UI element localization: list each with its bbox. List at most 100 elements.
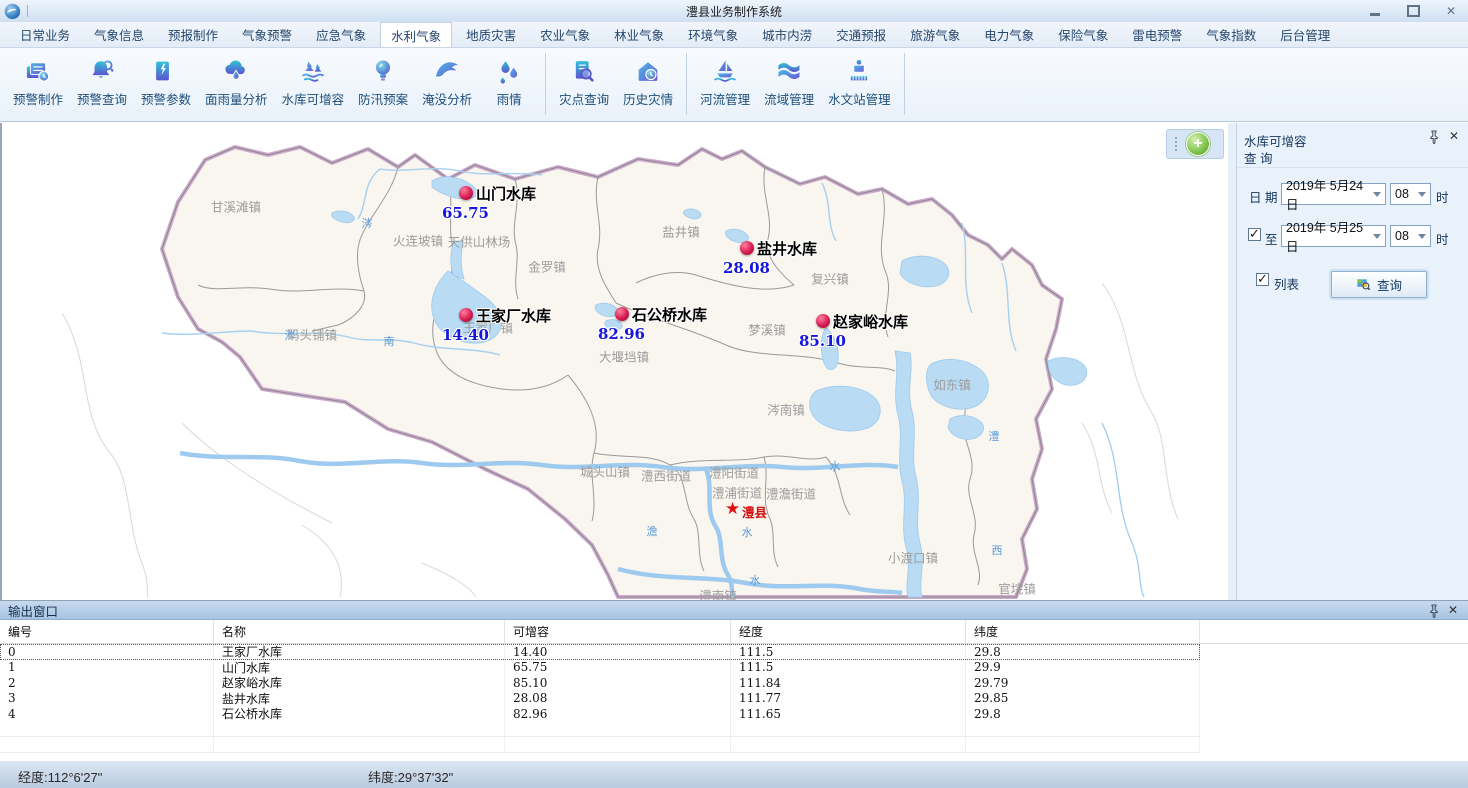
date-from-select[interactable]: 2019年 5月24日 bbox=[1281, 183, 1386, 205]
reservoir-name-label: 盐井水库 bbox=[757, 238, 817, 259]
hour-to-select[interactable]: 08 bbox=[1390, 225, 1431, 247]
table-cell: 28.08 bbox=[505, 691, 731, 707]
menu-item-15[interactable]: 保险气象 bbox=[1048, 22, 1118, 47]
to-label: 至 bbox=[1265, 229, 1278, 248]
menu-item-13[interactable]: 旅游气象 bbox=[900, 22, 970, 47]
panel-close-icon[interactable]: ✕ bbox=[1449, 129, 1459, 143]
menu-item-1[interactable]: 日常业务 bbox=[10, 22, 80, 47]
table-row[interactable]: 3盐井水库28.08111.7729.85 bbox=[0, 691, 1200, 707]
table-row[interactable]: 1山门水库65.75111.529.9 bbox=[0, 660, 1200, 676]
minimize-button[interactable] bbox=[1368, 4, 1382, 18]
app-globe-icon bbox=[5, 4, 20, 19]
hour-to-value: 08 bbox=[1395, 229, 1409, 243]
tool-flood-plan-button[interactable]: 防汛预案 bbox=[351, 53, 415, 110]
menu-item-3[interactable]: 预报制作 bbox=[158, 22, 228, 47]
zoom-in-button[interactable]: + bbox=[1186, 132, 1210, 156]
county-star-icon: ★ bbox=[725, 500, 740, 517]
menu-item-6[interactable]: 水利气象 bbox=[380, 22, 452, 47]
river-name-label: 涔 bbox=[285, 327, 296, 343]
chevron-down-icon bbox=[1373, 192, 1381, 197]
reservoir-marker[interactable] bbox=[459, 308, 473, 322]
table-cell: 山门水库 bbox=[214, 660, 505, 676]
town-label: 澧西街道 bbox=[641, 466, 691, 485]
menu-item-9[interactable]: 林业气象 bbox=[604, 22, 674, 47]
table-cell: 85.10 bbox=[505, 675, 731, 691]
tool-warn-params-button[interactable]: 预警参数 bbox=[134, 53, 198, 110]
pin-icon[interactable] bbox=[1428, 604, 1440, 618]
river-name-label: 南 bbox=[384, 333, 395, 349]
reservoir-name-label: 赵家峪水库 bbox=[833, 311, 908, 332]
menu-item-17[interactable]: 气象指数 bbox=[1196, 22, 1266, 47]
column-header-5[interactable]: 纬度 bbox=[966, 620, 1200, 643]
output-close-icon[interactable]: ✕ bbox=[1448, 603, 1458, 617]
tool-disaster-query-button[interactable]: 灾点查询 bbox=[552, 53, 616, 110]
river-icon bbox=[708, 55, 742, 87]
menu-item-14[interactable]: 电力气象 bbox=[974, 22, 1044, 47]
column-header-3[interactable]: 可增容 bbox=[505, 620, 731, 643]
date-to-select[interactable]: 2019年 5月25日 bbox=[1281, 225, 1386, 247]
town-label: 城头山镇 bbox=[580, 462, 630, 481]
disaster-query-icon bbox=[567, 55, 601, 87]
menu-item-11[interactable]: 城市内涝 bbox=[752, 22, 822, 47]
status-bar: 经度:112°6'27" 纬度:29°37'32" bbox=[0, 760, 1468, 788]
column-header-4[interactable]: 经度 bbox=[731, 620, 966, 643]
menu-item-7[interactable]: 地质灾害 bbox=[456, 22, 526, 47]
list-checkbox[interactable] bbox=[1256, 273, 1269, 286]
column-header-2[interactable]: 名称 bbox=[214, 620, 505, 643]
menu-item-2[interactable]: 气象信息 bbox=[84, 22, 154, 47]
reservoir-marker[interactable] bbox=[459, 186, 473, 200]
tool-warn-make-button[interactable]: 预警制作 bbox=[6, 53, 70, 110]
menu-item-12[interactable]: 交通预报 bbox=[826, 22, 896, 47]
status-longitude: 经度:112°6'27" bbox=[18, 767, 102, 786]
tool-rain-button[interactable]: 雨情 bbox=[479, 53, 539, 110]
submerge-icon bbox=[430, 55, 464, 87]
toolbar-grip-handle[interactable] bbox=[1171, 137, 1181, 151]
tool-basin-button[interactable]: 流域管理 bbox=[757, 53, 821, 110]
toolbar-separator bbox=[545, 53, 546, 115]
panel-splitter[interactable] bbox=[1228, 123, 1236, 600]
river-name-label: 水 bbox=[830, 458, 841, 474]
tool-warn-query-button[interactable]: 预警查询 bbox=[70, 53, 134, 110]
table-row[interactable]: 2赵家峪水库85.10111.8429.79 bbox=[0, 675, 1200, 691]
table-cell bbox=[0, 737, 214, 752]
close-button[interactable]: ✕ bbox=[1444, 4, 1458, 18]
table-cell: 29.79 bbox=[966, 675, 1200, 691]
tool-button-label: 预警查询 bbox=[77, 89, 127, 108]
map-canvas[interactable]: 甘溪滩镇火连坡镇天供山林场金罗镇码头铺镇王家厂镇盐井镇复兴镇梦溪镇大堰垱镇涔南镇… bbox=[0, 123, 1228, 600]
menu-item-16[interactable]: 雷电预警 bbox=[1122, 22, 1192, 47]
table-cell bbox=[966, 737, 1200, 752]
reservoir-marker[interactable] bbox=[740, 241, 754, 255]
hydro-icon bbox=[842, 55, 876, 87]
table-row[interactable]: 0王家厂水库14.40111.529.8 bbox=[0, 644, 1200, 660]
tool-button-label: 淹没分析 bbox=[422, 89, 472, 108]
output-table: 编号名称可增容经度纬度0王家厂水库14.40111.529.81山门水库65.7… bbox=[0, 620, 1468, 753]
reservoir-marker[interactable] bbox=[816, 314, 830, 328]
tool-button-label: 水文站管理 bbox=[828, 89, 891, 108]
reservoir-marker[interactable] bbox=[615, 307, 629, 321]
menu-item-5[interactable]: 应急气象 bbox=[306, 22, 376, 47]
town-label: 澧澹街道 bbox=[766, 484, 816, 503]
tool-hydro-button[interactable]: 水文站管理 bbox=[821, 53, 898, 110]
column-header-1[interactable]: 编号 bbox=[0, 620, 214, 643]
hour-from-select[interactable]: 08 bbox=[1390, 183, 1431, 205]
town-label: 如东镇 bbox=[933, 375, 971, 394]
tool-button-label: 预警制作 bbox=[13, 89, 63, 108]
menu-item-4[interactable]: 气象预警 bbox=[232, 22, 302, 47]
query-button-label: 查询 bbox=[1377, 275, 1402, 294]
town-label: 天供山林场 bbox=[448, 232, 511, 251]
tool-river-button[interactable]: 河流管理 bbox=[693, 53, 757, 110]
menu-item-18[interactable]: 后台管理 bbox=[1270, 22, 1340, 47]
tool-rain-analysis-button[interactable]: 面雨量分析 bbox=[198, 53, 275, 110]
reservoir-name-label: 石公桥水库 bbox=[632, 304, 707, 325]
restore-button[interactable] bbox=[1406, 4, 1420, 18]
menu-item-8[interactable]: 农业气象 bbox=[530, 22, 600, 47]
to-checkbox[interactable] bbox=[1248, 228, 1261, 241]
tool-disaster-history-button[interactable]: 历史灾情 bbox=[616, 53, 680, 110]
tool-reservoir-button[interactable]: 水库可增容 bbox=[275, 53, 352, 110]
query-button[interactable]: 查询 bbox=[1331, 271, 1427, 298]
pin-icon[interactable] bbox=[1428, 130, 1440, 144]
table-cell: 2 bbox=[0, 675, 214, 691]
table-row[interactable]: 4石公桥水库82.96111.6529.8 bbox=[0, 706, 1200, 722]
menu-item-10[interactable]: 环境气象 bbox=[678, 22, 748, 47]
tool-submerge-button[interactable]: 淹没分析 bbox=[415, 53, 479, 110]
